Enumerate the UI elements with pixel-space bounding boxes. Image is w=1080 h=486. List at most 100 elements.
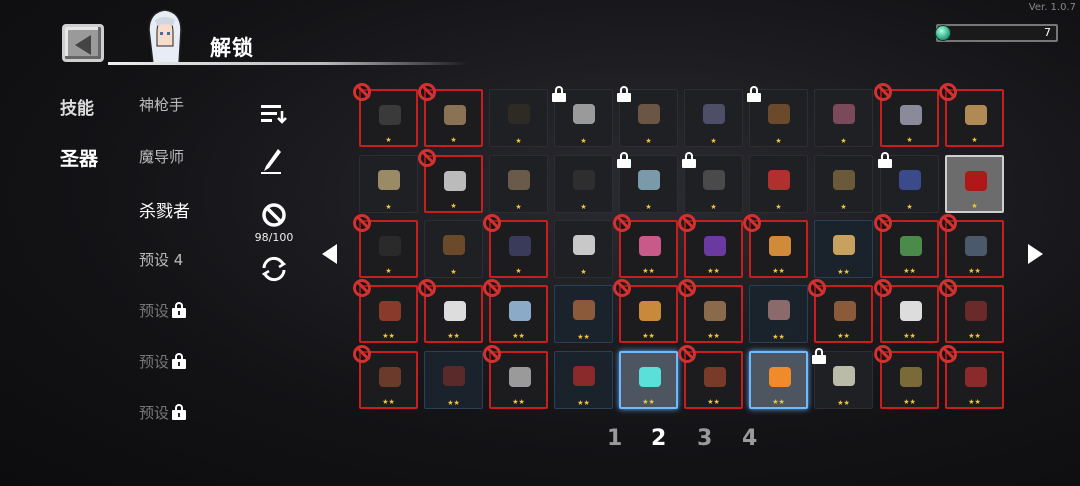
flask-icon [769, 236, 791, 256]
relic-slot[interactable]: ★★ [874, 214, 939, 278]
relic-slot[interactable]: ★ [353, 214, 418, 278]
title-underline [108, 62, 468, 65]
back-arrow-icon [75, 35, 91, 55]
relic-slot[interactable]: ★ [424, 220, 483, 278]
lock-icon [170, 353, 187, 369]
rarity-stars: ★★ [707, 267, 720, 275]
relic-slot[interactable]: ★★ [613, 279, 678, 343]
ban-icon [418, 149, 436, 167]
relic-slot[interactable]: ★★ [939, 345, 1004, 409]
relic-slot[interactable]: ★★ [939, 279, 1004, 343]
relic-slot[interactable]: ★ [945, 155, 1004, 213]
relic-slot[interactable]: ★★ [749, 351, 808, 409]
relic-slot[interactable]: ★ [939, 83, 1004, 147]
relic-slot[interactable]: ★★ [613, 214, 678, 278]
lock-icon [746, 86, 762, 102]
relic-slot[interactable]: ★ [684, 89, 743, 147]
dice-icon [444, 301, 466, 321]
page-2[interactable]: 2 [651, 426, 666, 451]
category-relics[interactable]: 圣器 [60, 144, 98, 171]
relic-slot[interactable]: ★ [878, 152, 939, 213]
sort-button[interactable] [256, 100, 292, 130]
ban-icon [874, 345, 892, 363]
relic-slot[interactable]: ★ [353, 83, 418, 147]
relic-slot[interactable]: ★★ [619, 351, 678, 409]
skull-icon [509, 367, 531, 387]
ban-toggle-button[interactable] [256, 200, 292, 230]
hook-icon [379, 236, 401, 256]
relic-slot[interactable]: ★ [617, 86, 678, 147]
relic-slot[interactable]: ★★ [678, 279, 743, 343]
rarity-stars: ★ [385, 203, 392, 211]
relic-slot[interactable]: ★★ [808, 279, 873, 343]
page-4[interactable]: 4 [742, 426, 757, 451]
back-button[interactable] [62, 24, 104, 62]
ban-icon [939, 83, 957, 101]
relic-slot[interactable]: ★ [483, 214, 548, 278]
relic-slot[interactable]: ★★ [678, 345, 743, 409]
relic-slot[interactable]: ★★ [678, 214, 743, 278]
rarity-stars: ★★ [903, 332, 916, 340]
snowflake-icon [900, 301, 922, 321]
relic-slot[interactable]: ★ [814, 89, 873, 147]
relic-slot[interactable]: ★ [749, 155, 808, 213]
relic-slot[interactable]: ★★ [483, 345, 548, 409]
relic-slot[interactable]: ★★ [939, 214, 1004, 278]
relic-slot[interactable]: ★★ [554, 351, 613, 409]
page-3[interactable]: 3 [697, 426, 712, 451]
helmet-icon [379, 105, 401, 125]
relic-slot[interactable]: ★★ [743, 214, 808, 278]
preset-slayer[interactable]: 杀戮者 [139, 197, 190, 222]
bat-icon [509, 236, 531, 256]
scroll-icon [508, 170, 530, 190]
relic-slot[interactable]: ★★ [483, 279, 548, 343]
relic-slot[interactable]: ★ [874, 83, 939, 147]
relic-slot[interactable]: ★★ [874, 345, 939, 409]
ban-icon [418, 279, 436, 297]
relic-slot[interactable]: ★★ [353, 345, 418, 409]
category-skills[interactable]: 技能 [60, 94, 94, 119]
relic-slot[interactable]: ★★ [874, 279, 939, 343]
page-1[interactable]: 1 [607, 426, 622, 451]
cauldron-icon [965, 301, 987, 321]
lock-icon [170, 404, 187, 420]
relic-slot[interactable]: ★★ [812, 348, 873, 409]
relic-slot[interactable]: ★ [489, 155, 548, 213]
relic-slot[interactable]: ★★ [353, 279, 418, 343]
relic-slot[interactable]: ★ [359, 155, 418, 213]
rarity-stars: ★★ [512, 332, 525, 340]
edit-button[interactable] [256, 146, 292, 176]
lock-icon [681, 152, 697, 168]
relic-slot[interactable]: ★★ [554, 285, 613, 343]
relic-slot[interactable]: ★ [554, 220, 613, 278]
currency-box [936, 24, 1058, 42]
relic-slot[interactable]: ★ [489, 89, 548, 147]
preset-6[interactable]: 预设 [139, 351, 187, 372]
relic-slot[interactable]: ★★ [424, 351, 483, 409]
preset-7[interactable]: 预设 [139, 402, 187, 423]
preset-gunner[interactable]: 神枪手 [139, 94, 184, 115]
next-page-arrow[interactable] [1028, 244, 1043, 264]
bird-icon [703, 170, 725, 190]
rarity-stars: ★★ [512, 398, 525, 406]
relic-slot[interactable]: ★ [418, 83, 483, 147]
relic-slot[interactable]: ★ [746, 86, 808, 147]
preset-4[interactable]: 预设 4 [139, 249, 183, 270]
lock-icon [170, 302, 187, 318]
relic-slot[interactable]: ★ [554, 155, 613, 213]
refresh-button[interactable] [256, 254, 292, 284]
ban-icon [939, 279, 957, 297]
relic-slot[interactable]: ★ [552, 86, 613, 147]
relic-slot[interactable]: ★ [617, 152, 678, 213]
relic-slot[interactable]: ★★ [418, 279, 483, 343]
preset-5[interactable]: 预设 [139, 300, 187, 321]
prev-page-arrow[interactable] [322, 244, 337, 264]
relic-slot[interactable]: ★ [814, 155, 873, 213]
rarity-stars: ★★ [447, 399, 460, 407]
relic-slot[interactable]: ★ [681, 152, 743, 213]
preset-mage[interactable]: 魔导师 [139, 146, 184, 167]
relic-slot[interactable]: ★★ [814, 220, 873, 278]
relic-slot[interactable]: ★ [418, 149, 483, 213]
relic-slot[interactable]: ★★ [749, 285, 808, 343]
preset-6-label: 预设 [139, 353, 170, 371]
